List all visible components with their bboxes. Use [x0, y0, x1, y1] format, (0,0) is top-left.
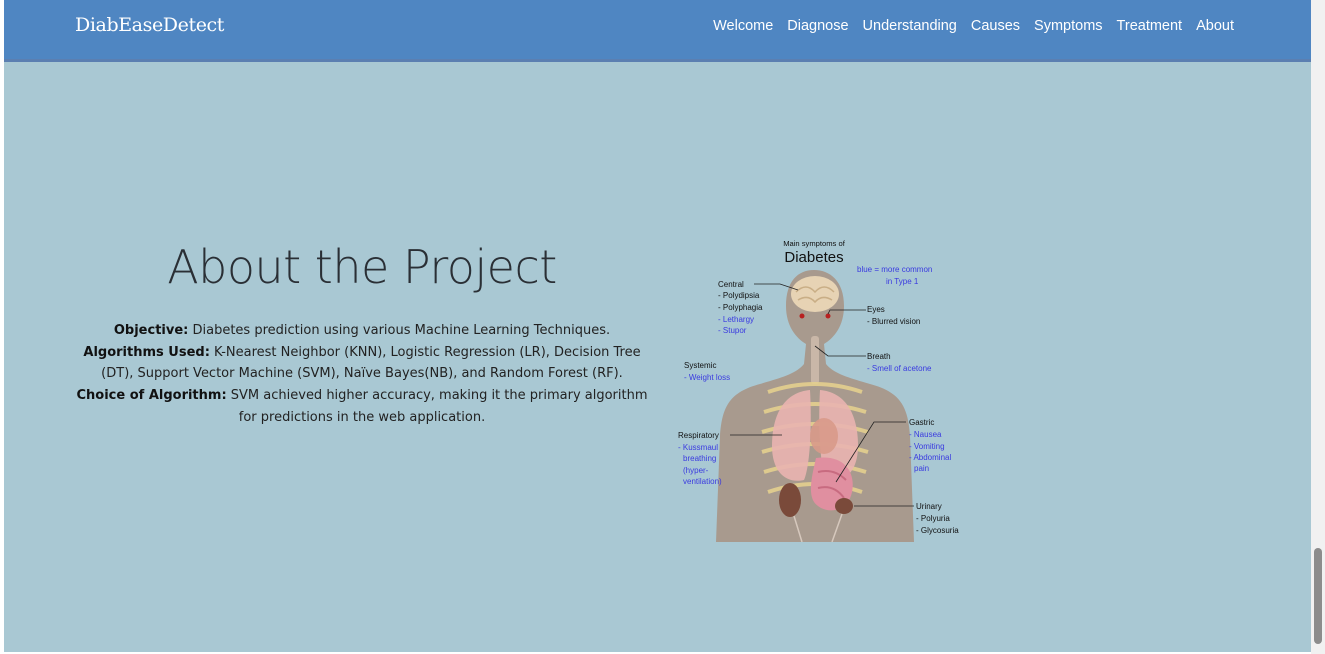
label-breathing: breathing — [683, 454, 716, 463]
choice-text: SVM achieved higher accuracy, making it … — [226, 388, 648, 425]
diabetes-symptoms-illustration: Main symptoms of Diabetes blue = more co… — [668, 236, 968, 542]
nav-links: Welcome Diagnose Understanding Causes Sy… — [713, 18, 1234, 34]
label-abdominal: - Abdominal — [909, 453, 951, 462]
about-description: Objective: Diabetes prediction using var… — [70, 320, 654, 429]
label-central: Central — [718, 280, 744, 289]
label-vomiting: - Vomiting — [909, 442, 945, 451]
diagram-subtitle: Main symptoms of — [783, 239, 846, 248]
algorithms-label: Algorithms Used: — [83, 344, 210, 360]
label-breath: Breath — [867, 352, 891, 361]
nav-welcome[interactable]: Welcome — [713, 18, 773, 34]
label-polyuria: - Polyuria — [916, 514, 950, 523]
nav-understanding[interactable]: Understanding — [863, 18, 957, 34]
about-title: About the Project — [167, 240, 557, 294]
label-lethargy: - Lethargy — [718, 315, 754, 324]
nav-treatment[interactable]: Treatment — [1117, 18, 1183, 34]
legend-line-2: in Type 1 — [886, 277, 919, 286]
label-stupor: - Stupor — [718, 326, 747, 335]
brand-logo[interactable]: DiabEaseDetect — [75, 14, 224, 36]
label-polydipsia: - Polydipsia — [718, 291, 760, 300]
label-respiratory: Respiratory — [678, 431, 719, 440]
scrollbar-thumb[interactable] — [1314, 548, 1322, 644]
label-kussmaul: - Kussmaul — [678, 443, 718, 452]
label-weight-loss: - Weight loss — [684, 373, 730, 382]
label-gastric: Gastric — [909, 418, 934, 427]
nav-about[interactable]: About — [1196, 18, 1234, 34]
objective-label: Objective: — [113, 323, 189, 338]
label-polyphagia: - Polyphagia — [718, 303, 763, 312]
label-acetone: - Smell of acetone — [867, 364, 932, 373]
label-glycosuria: - Glycosuria — [916, 526, 959, 535]
label-pain: pain — [914, 464, 929, 473]
label-urinary: Urinary — [916, 502, 942, 511]
label-nausea: - Nausea — [909, 430, 942, 439]
legend-line-1: blue = more common — [857, 265, 932, 274]
label-hyper: (hyper- — [683, 466, 709, 475]
top-navbar: DiabEaseDetect Welcome Diagnose Understa… — [4, 0, 1311, 62]
label-eyes: Eyes — [867, 305, 885, 314]
nav-diagnose[interactable]: Diagnose — [787, 18, 848, 34]
nav-causes[interactable]: Causes — [971, 18, 1020, 34]
diagram-title: Diabetes — [784, 249, 843, 266]
label-systemic: Systemic — [684, 361, 716, 370]
objective-text: Diabetes prediction using various Machin… — [188, 323, 611, 338]
page-scrollbar[interactable] — [1311, 0, 1325, 654]
choice-label: Choice of Algorithm: — [76, 388, 227, 404]
label-blurred-vision: - Blurred vision — [867, 317, 920, 326]
label-ventilation: ventilation) — [683, 477, 722, 486]
page-frame: DiabEaseDetect Welcome Diagnose Understa… — [4, 0, 1311, 652]
nav-symptoms[interactable]: Symptoms — [1034, 18, 1103, 34]
